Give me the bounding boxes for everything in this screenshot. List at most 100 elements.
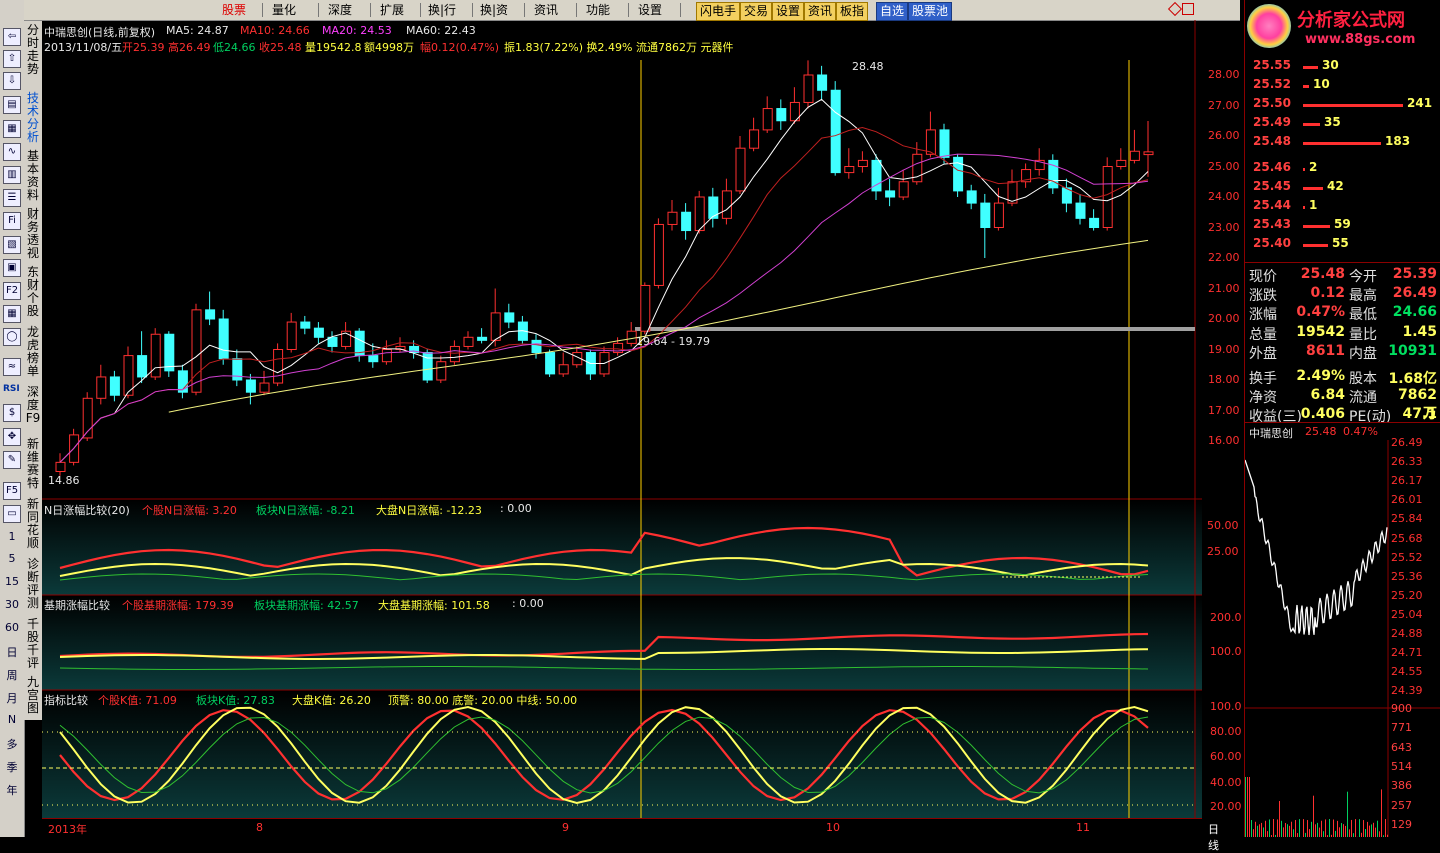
orderbook-row[interactable]: 25.4935 <box>1253 115 1440 133</box>
doc-icon[interactable]: ▧ <box>3 236 21 254</box>
candle-body <box>831 90 840 172</box>
tab-finance[interactable]: 财务透视 <box>25 208 41 260</box>
orderbook-row[interactable]: 25.50241 <box>1253 96 1440 114</box>
down-icon[interactable]: ⇩ <box>3 72 21 90</box>
tab-diagnosis[interactable]: 诊断评测 <box>25 558 41 610</box>
mini-volume-bar <box>1259 824 1260 837</box>
tab-basic-info[interactable]: 基本资料 <box>25 150 41 202</box>
tab-technical[interactable]: 技术分析 <box>25 92 41 144</box>
move-icon[interactable]: ✥ <box>3 428 21 446</box>
flash-trade-button[interactable]: 闪电手 <box>696 2 740 21</box>
candle-body <box>314 328 323 337</box>
period-week[interactable]: 周 <box>0 667 24 683</box>
top-menubar: 股票 量化 深度 扩展 换|行 换|资 资讯 功能 设置 闪电手 交易 设置 资… <box>24 0 1240 21</box>
menu-settings[interactable]: 设置 <box>630 2 670 18</box>
period-5[interactable]: 5 <box>0 552 24 565</box>
menu-depth[interactable]: 深度 <box>320 2 360 18</box>
ma5-label: MA5: 24.87 <box>166 24 229 37</box>
period-60[interactable]: 60 <box>0 621 24 634</box>
circle-icon[interactable]: ◯ <box>3 328 21 346</box>
orderbook-row[interactable]: 25.4055 <box>1253 236 1440 254</box>
period-30[interactable]: 30 <box>0 598 24 611</box>
panel1-tick-50: 50.00 <box>1207 519 1239 532</box>
diamond-icon[interactable] <box>1168 2 1182 16</box>
line-chart-icon[interactable]: ∿ <box>3 143 21 161</box>
period-15[interactable]: 15 <box>0 575 24 588</box>
candle-body <box>287 322 296 349</box>
candle-body <box>532 340 541 352</box>
f5-icon[interactable]: F5 <box>3 482 21 500</box>
orderbook-row[interactable]: 25.5530 <box>1253 58 1440 76</box>
menu-switch-asset[interactable]: 换|资 <box>474 2 514 18</box>
f2-icon[interactable]: F2 <box>3 282 21 300</box>
sector-index-button[interactable]: 板指 <box>836 2 868 21</box>
money-icon[interactable]: $ <box>3 404 21 422</box>
candle-body <box>654 224 663 285</box>
window-icon[interactable]: ▭ <box>3 505 21 523</box>
candle-body <box>110 377 119 395</box>
tab-xinwei[interactable]: 新维赛特 <box>25 438 41 490</box>
candle-body <box>1144 152 1153 155</box>
mini-price-tick: 25.20 <box>1391 589 1423 602</box>
period-year[interactable]: 年 <box>0 782 24 798</box>
settings-button[interactable]: 设置 <box>772 2 804 21</box>
candle-body <box>274 350 283 384</box>
menu-stock[interactable]: 股票 <box>214 2 254 18</box>
trade-button[interactable]: 交易 <box>740 2 772 21</box>
wave-icon[interactable]: ≈ <box>3 358 21 376</box>
period-1[interactable]: 1 <box>0 530 24 543</box>
period-season[interactable]: 季 <box>0 759 24 775</box>
menu-switch-sector[interactable]: 换|行 <box>422 2 462 18</box>
mini-volume-bar <box>1315 824 1316 837</box>
mini-volume-bar <box>1289 826 1290 837</box>
price-tick: 16.00 <box>1208 434 1240 447</box>
grid-icon[interactable]: ▦ <box>3 305 21 323</box>
orderbook-row[interactable]: 25.462 <box>1253 160 1440 178</box>
pencil-icon[interactable]: ✎ <box>3 451 21 469</box>
orderbook-row[interactable]: 25.5210 <box>1253 77 1440 95</box>
quote-row: 涨幅0.47%最低24.66 <box>1249 304 1439 323</box>
tab-qgqp[interactable]: 千股千评 <box>25 618 41 670</box>
panel3-stock: 个股K值: 71.09 <box>98 692 177 708</box>
panel2-stock: 个股基期涨幅: 179.39 <box>122 597 234 613</box>
orderbook-row[interactable]: 25.4542 <box>1253 179 1440 197</box>
tab-timeshare[interactable]: 分时走势 <box>25 24 41 76</box>
period-month[interactable]: 月 <box>0 690 24 706</box>
menu-quant[interactable]: 量化 <box>264 2 304 18</box>
period-day[interactable]: 日 <box>0 644 24 660</box>
quote-value: 47.1 <box>1385 406 1437 422</box>
orderbook-row[interactable]: 25.48183 <box>1253 134 1440 152</box>
orderbook-row[interactable]: 25.4359 <box>1253 217 1440 235</box>
report-icon[interactable]: ▤ <box>3 96 21 114</box>
back-icon[interactable]: ⇦ <box>3 28 21 46</box>
menu-news[interactable]: 资讯 <box>526 2 566 18</box>
note-icon[interactable]: ▣ <box>3 259 21 277</box>
rsi-icon[interactable]: RSI <box>3 381 19 397</box>
orderbook-volume: 35 <box>1324 115 1341 129</box>
tab-ths[interactable]: 新同花顺 <box>25 498 41 550</box>
candle-body <box>668 212 677 224</box>
period-n[interactable]: N <box>0 713 24 726</box>
tab-dragon-tiger[interactable]: 龙虎榜单 <box>25 326 41 378</box>
stock-pool-button[interactable]: 股票池 <box>908 2 952 21</box>
orderbook-row[interactable]: 25.441 <box>1253 198 1440 216</box>
up-icon[interactable]: ⇧ <box>3 50 21 68</box>
period-multi[interactable]: 多 <box>0 736 24 752</box>
restore-icon[interactable] <box>1182 3 1194 15</box>
tab-deep-f9[interactable]: 深度F9 <box>25 386 41 425</box>
mini-volume-bar <box>1367 822 1368 837</box>
tab-nine-grid[interactable]: 九宫图 <box>25 676 41 715</box>
period-indicator[interactable]: 日线 <box>1208 821 1219 853</box>
panel3-tick-100: 100.0 <box>1210 700 1242 713</box>
mini-volume-bar <box>1385 819 1386 837</box>
date-label-aug: 8 <box>256 821 263 834</box>
tab-eastmoney[interactable]: 东财个股 <box>25 266 41 318</box>
watchlist-button[interactable]: 自选 <box>876 2 908 21</box>
table-icon[interactable]: ▦ <box>3 120 21 138</box>
menu-extend[interactable]: 扩展 <box>372 2 412 18</box>
bar-chart-icon[interactable]: ▥ <box>3 166 21 184</box>
fi-icon[interactable]: Fi <box>3 212 21 230</box>
news-button[interactable]: 资讯 <box>804 2 836 21</box>
menu-function[interactable]: 功能 <box>578 2 618 18</box>
list-icon[interactable]: ☰ <box>3 189 21 207</box>
